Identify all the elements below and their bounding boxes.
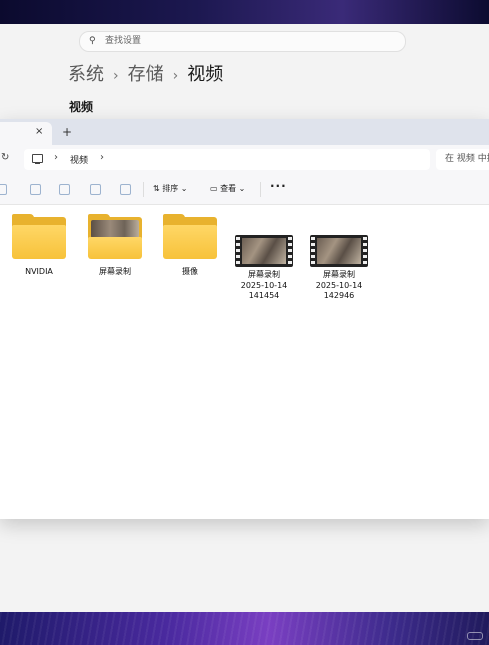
- folder-item[interactable]: 摄像: [155, 214, 225, 278]
- more-options-button[interactable]: ···: [270, 179, 287, 193]
- settings-search-input[interactable]: ⚲ 查找设置: [79, 31, 406, 52]
- share-icon[interactable]: [90, 184, 101, 195]
- settings-search-placeholder: 查找设置: [105, 36, 142, 46]
- item-label: 摄像: [182, 267, 198, 276]
- file-explorer-window: × + ↻ › 视频 › 在 视频 中搜索 ⇅ 排序 ⌄ ▭ 查看 ⌄ ··· …: [0, 119, 489, 519]
- command-bar: ⇅ 排序 ⌄ ▭ 查看 ⌄ ···: [0, 175, 489, 205]
- video-thumbnail-icon: [310, 235, 368, 267]
- desktop-wallpaper-top: [0, 0, 489, 24]
- item-label: 屏幕录制 2025-10-14 142946: [315, 270, 363, 300]
- explorer-search-input[interactable]: 在 视频 中搜索: [436, 149, 489, 170]
- tab-videos[interactable]: ×: [0, 122, 52, 145]
- breadcrumb-storage[interactable]: 存储: [128, 64, 164, 85]
- address-input[interactable]: › 视频 ›: [24, 149, 430, 170]
- rename-icon[interactable]: [59, 184, 70, 195]
- sort-button[interactable]: ⇅ 排序 ⌄: [153, 183, 188, 194]
- address-bar: ↻ › 视频 › 在 视频 中搜索: [0, 145, 489, 175]
- item-label: 屏幕录制: [99, 267, 131, 276]
- breadcrumb-system[interactable]: 系统: [68, 64, 104, 85]
- view-icon: ▭: [210, 184, 221, 193]
- video-file-item[interactable]: 屏幕录制 2025-10-14 142946: [304, 235, 374, 302]
- section-title: 视频: [69, 100, 94, 114]
- folder-item[interactable]: NVIDIA: [4, 214, 74, 278]
- item-label: 屏幕录制 2025-10-14 141454: [240, 270, 288, 300]
- settings-window: ⚲ 查找设置 系统 › 存储 › 视频 视频: [0, 24, 489, 120]
- desktop-wallpaper-bottom: [0, 612, 489, 645]
- folder-item[interactable]: 屏幕录制: [80, 214, 150, 278]
- chevron-right-icon: ›: [172, 68, 179, 84]
- paste-icon[interactable]: [30, 184, 41, 195]
- sort-label: 排序: [162, 184, 179, 193]
- breadcrumb: 系统 › 存储 › 视频: [68, 60, 223, 86]
- copy-icon[interactable]: [0, 184, 7, 195]
- video-thumbnail-icon: [235, 235, 293, 267]
- chevron-down-icon: ⌄: [178, 184, 188, 193]
- search-icon: ⚲: [89, 36, 96, 46]
- chevron-right-icon: ›: [113, 68, 119, 84]
- file-list: NVIDIA 屏幕录制 摄像 屏幕录制 2025-10-14 141454 屏幕…: [0, 205, 489, 519]
- chevron-right-icon[interactable]: ›: [54, 152, 58, 163]
- sort-icon: ⇅: [153, 184, 163, 193]
- view-button[interactable]: ▭ 查看 ⌄: [210, 183, 245, 194]
- folder-icon: [12, 214, 66, 259]
- video-file-item[interactable]: 屏幕录制 2025-10-14 141454: [229, 235, 299, 302]
- this-pc-icon: [32, 154, 43, 164]
- chevron-down-icon: ⌄: [236, 184, 246, 193]
- divider: [260, 182, 261, 197]
- address-segment-videos[interactable]: 视频: [70, 153, 88, 166]
- folder-icon: [163, 214, 217, 259]
- view-label: 查看: [220, 184, 237, 193]
- tab-bar: × +: [0, 119, 489, 145]
- breadcrumb-videos: 视频: [187, 64, 224, 85]
- folder-icon: [88, 214, 142, 259]
- new-tab-button[interactable]: +: [62, 125, 72, 139]
- close-icon[interactable]: ×: [35, 126, 43, 137]
- refresh-icon[interactable]: ↻: [1, 152, 9, 163]
- watermark-icon: [467, 632, 483, 640]
- chevron-right-icon[interactable]: ›: [100, 152, 104, 163]
- item-label: NVIDIA: [25, 267, 53, 276]
- divider: [143, 182, 144, 197]
- delete-icon[interactable]: [120, 184, 131, 195]
